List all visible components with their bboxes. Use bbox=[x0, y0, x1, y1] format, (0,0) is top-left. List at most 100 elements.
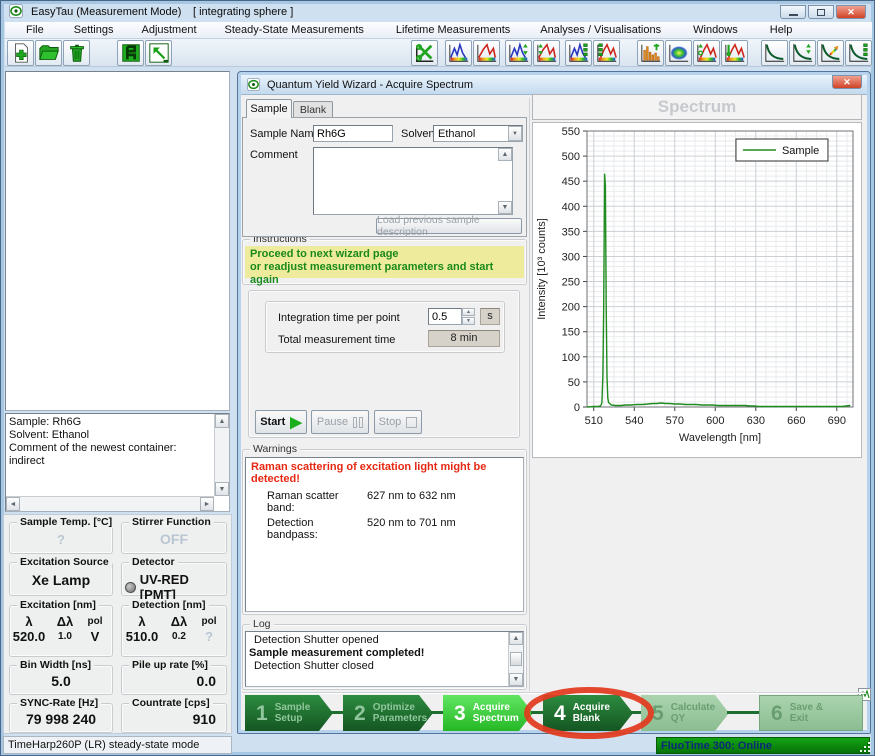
log-scroll-up-icon[interactable]: ▲ bbox=[509, 632, 523, 645]
app-icon bbox=[9, 4, 23, 21]
close-icon: ✕ bbox=[847, 7, 855, 18]
step-4-acquire-blank[interactable]: 4 AcquireBlank bbox=[543, 695, 633, 731]
contour-plot-button[interactable] bbox=[665, 40, 692, 66]
decay-button[interactable] bbox=[761, 40, 788, 66]
step-2-optimize-parameters[interactable]: 2 OptimizeParameters bbox=[343, 695, 433, 731]
wizard-titlebar: Quantum Yield Wizard - Acquire Spectrum … bbox=[241, 75, 867, 95]
step-connector bbox=[431, 711, 443, 714]
trash-icon bbox=[66, 42, 88, 64]
integration-unit-box: s bbox=[480, 308, 500, 325]
spectrum-red-thermometer-button[interactable] bbox=[721, 40, 748, 66]
comment-textarea[interactable]: ▲ ▼ bbox=[313, 147, 513, 215]
sample-info-box: Sample: Rh6G Solvent: Ethanol Comment of… bbox=[5, 413, 230, 512]
sample-list[interactable] bbox=[5, 71, 230, 411]
menu-help[interactable]: Help bbox=[759, 22, 804, 38]
decay-colored-arrow-button[interactable] bbox=[817, 40, 844, 66]
excitation-bandwidth: 1.0 bbox=[48, 629, 82, 645]
detection-group: Detection [nm] λ Δλ pol 510.0 0.2 ? bbox=[121, 605, 227, 657]
menu-settings[interactable]: Settings bbox=[63, 22, 125, 38]
minimize-button[interactable] bbox=[780, 5, 806, 19]
spectrum-blue-series-button[interactable] bbox=[505, 40, 532, 66]
warning-headline: Raman scattering of excitation light mig… bbox=[251, 461, 518, 485]
comment-scroll-up-icon[interactable]: ▲ bbox=[498, 148, 512, 161]
pile-up-value: 0.0 bbox=[122, 673, 226, 689]
step-1-sample-setup[interactable]: 1 SampleSetup bbox=[245, 695, 333, 731]
svg-text:Sample: Sample bbox=[782, 145, 819, 157]
pause-icon bbox=[353, 417, 363, 428]
load-previous-sample-button[interactable]: Load previous sample description bbox=[376, 218, 522, 234]
exit-arrow-icon bbox=[148, 42, 170, 64]
h-scrollbar[interactable]: ◄ ► bbox=[6, 496, 214, 511]
sample-name-input[interactable] bbox=[313, 125, 393, 142]
main-titlebar: EasyTau (Measurement Mode) [ integrating… bbox=[5, 3, 870, 21]
tab-blank[interactable]: Blank bbox=[293, 101, 333, 118]
histogram-time-button[interactable] bbox=[637, 40, 664, 66]
open-folder-button[interactable] bbox=[35, 40, 62, 66]
spectrum-blue-button[interactable] bbox=[445, 40, 472, 66]
step-3-acquire-spectrum[interactable]: 3 AcquireSpectrum bbox=[443, 695, 533, 731]
step-5-calculate-qy[interactable]: 5 CalculateQY bbox=[641, 695, 729, 731]
spectrum-red-temp-series-button[interactable] bbox=[693, 40, 720, 66]
menu-adjustment[interactable]: Adjustment bbox=[130, 22, 207, 38]
detection-col-dlambda: Δλ bbox=[162, 614, 196, 629]
spin-up-icon[interactable]: ▲ bbox=[462, 308, 475, 316]
comment-scroll-down-icon[interactable]: ▼ bbox=[498, 201, 512, 214]
excitation-col-dlambda: Δλ bbox=[48, 614, 82, 629]
excitation-col-pol: pol bbox=[82, 614, 108, 629]
menu-file[interactable]: File bbox=[15, 22, 55, 38]
sample-name-label: Sample Name bbox=[250, 128, 320, 140]
svg-text:0: 0 bbox=[574, 402, 580, 414]
v-scrollbar[interactable]: ▲ ▼ bbox=[214, 414, 229, 496]
maximize-button[interactable] bbox=[808, 5, 834, 19]
excitation-col-lambda: λ bbox=[10, 614, 48, 629]
svg-text:400: 400 bbox=[562, 201, 580, 213]
stop-button[interactable]: Stop bbox=[374, 410, 422, 434]
decay-series-button[interactable] bbox=[789, 40, 816, 66]
total-time-value: 8 min bbox=[428, 330, 500, 347]
solvent-dropdown[interactable]: Ethanol ▼ bbox=[433, 125, 523, 142]
spin-down-icon[interactable]: ▼ bbox=[462, 317, 475, 325]
pause-button[interactable]: Pause bbox=[311, 410, 369, 434]
batch-mode-button[interactable] bbox=[117, 40, 144, 66]
scroll-up-icon[interactable]: ▲ bbox=[215, 414, 229, 428]
spectrum-blue-bars-button[interactable] bbox=[565, 40, 592, 66]
menu-analyses[interactable]: Analyses / Visualisations bbox=[529, 22, 672, 38]
menu-steady-state[interactable]: Steady-State Measurements bbox=[214, 22, 375, 38]
new-document-button[interactable] bbox=[7, 40, 34, 66]
scroll-right-icon[interactable]: ► bbox=[200, 497, 214, 511]
spectrum-red-bars-button[interactable] bbox=[593, 40, 620, 66]
start-button[interactable]: Start ▶ bbox=[255, 410, 307, 434]
spectrum-red-button[interactable] bbox=[473, 40, 500, 66]
integration-spinner[interactable]: ▲ ▼ bbox=[462, 308, 475, 325]
log-scroll-thumb[interactable] bbox=[510, 652, 522, 666]
warnings-group: Warnings Raman scattering of excitation … bbox=[242, 449, 527, 615]
svg-text:550: 550 bbox=[562, 126, 580, 138]
scroll-left-icon[interactable]: ◄ bbox=[6, 497, 20, 511]
close-button[interactable]: ✕ bbox=[836, 5, 866, 19]
menu-windows[interactable]: Windows bbox=[682, 22, 749, 38]
adjustment-tools-button[interactable] bbox=[411, 40, 438, 66]
step-6-save-exit[interactable]: 6 Save &Exit bbox=[759, 695, 863, 731]
svg-text:500: 500 bbox=[562, 151, 580, 163]
exit-measurement-mode-button[interactable] bbox=[145, 40, 172, 66]
info-line: Sample: Rh6G bbox=[9, 416, 212, 429]
dropdown-arrow-icon[interactable]: ▼ bbox=[508, 126, 522, 141]
stirrer-value: OFF bbox=[122, 531, 226, 547]
connection-status-bar: FluoTime 300: Online bbox=[656, 737, 870, 754]
instructions-group: Instructions Proceed to next wizard page… bbox=[242, 239, 527, 285]
decay-icon bbox=[764, 42, 786, 64]
delete-trash-button[interactable] bbox=[63, 40, 90, 66]
spectrum-red-series-button[interactable] bbox=[533, 40, 560, 66]
detection-bandwidth: 0.2 bbox=[162, 629, 196, 645]
excitation-wavelength: 520.0 bbox=[10, 629, 48, 645]
menu-lifetime[interactable]: Lifetime Measurements bbox=[385, 22, 521, 38]
scroll-down-icon[interactable]: ▼ bbox=[215, 482, 229, 496]
wizard-close-button[interactable]: ✕ bbox=[832, 75, 862, 89]
log-scrollbar[interactable]: ▲ ▼ bbox=[508, 632, 523, 686]
measurement-group: Integration time per point ▲ ▼ s Total m… bbox=[248, 290, 520, 438]
integration-time-input[interactable] bbox=[428, 308, 462, 325]
resize-grip[interactable] bbox=[859, 741, 871, 753]
tab-sample[interactable]: Sample bbox=[246, 99, 292, 118]
decay-bars-button[interactable] bbox=[845, 40, 872, 66]
log-scroll-down-icon[interactable]: ▼ bbox=[509, 673, 523, 686]
